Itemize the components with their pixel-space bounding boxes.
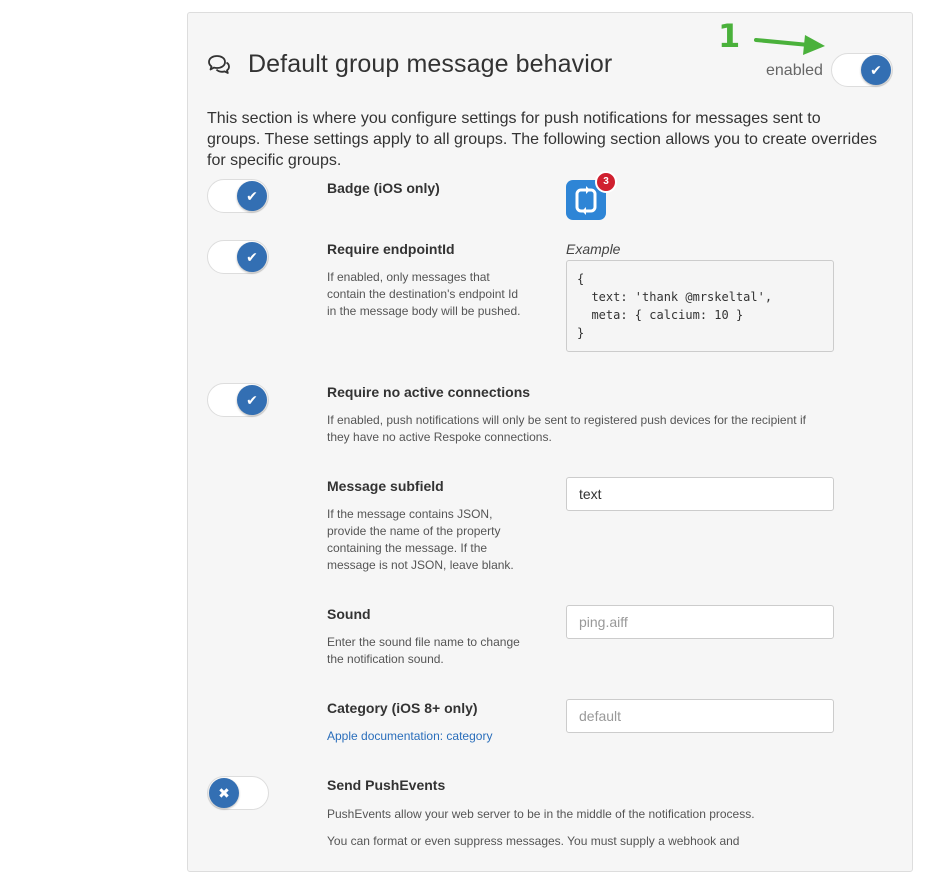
send-push-events-toggle[interactable]: ✖	[207, 776, 269, 810]
annotation-arrow-icon	[754, 35, 825, 55]
group-message-behavior-panel: Default group message behavior 1 enabled…	[187, 12, 913, 872]
section-description: This section is where you configure sett…	[207, 110, 877, 169]
annotation-number: 1	[718, 17, 741, 55]
require-endpoint-help: If enabled, only messages that contain t…	[327, 270, 521, 318]
checkmark-icon: ✔	[237, 181, 267, 211]
message-subfield-input[interactable]	[566, 477, 834, 511]
require-no-active-help: If enabled, push notifications will only…	[327, 413, 806, 444]
send-push-events-help-2: You can format or even suppress messages…	[327, 834, 740, 848]
notification-badge: 3	[595, 171, 617, 193]
close-icon: ✖	[209, 778, 239, 808]
example-label: Example	[566, 241, 621, 257]
sound-input[interactable]	[566, 605, 834, 639]
send-push-events-help-1: PushEvents allow your web server to be i…	[327, 807, 755, 821]
section-title: Default group message behavior	[248, 50, 613, 78]
apple-documentation-link[interactable]: Apple documentation: category	[327, 729, 492, 743]
badge-label: Badge (iOS only)	[327, 180, 440, 196]
category-input[interactable]	[566, 699, 834, 733]
require-no-active-label: Require no active connections	[327, 384, 531, 400]
checkmark-icon: ✔	[861, 55, 891, 85]
enabled-label: enabled	[766, 62, 823, 79]
checkmark-icon: ✔	[237, 385, 267, 415]
message-subfield-help: If the message contains JSON, provide th…	[327, 507, 514, 572]
section-enabled-toggle[interactable]: ✔	[831, 53, 893, 87]
chat-bubbles-icon	[208, 55, 230, 74]
sound-label: Sound	[327, 606, 371, 622]
require-endpoint-label: Require endpointId	[327, 241, 455, 257]
send-push-events-label: Send PushEvents	[327, 777, 446, 793]
example-code-block: { text: 'thank @mrskeltal', meta: { calc…	[566, 260, 834, 352]
require-no-active-toggle[interactable]: ✔	[207, 383, 269, 417]
message-subfield-label: Message subfield	[327, 478, 444, 494]
require-endpoint-toggle[interactable]: ✔	[207, 240, 269, 274]
badge-toggle[interactable]: ✔	[207, 179, 269, 213]
sound-help: Enter the sound file name to change the …	[327, 635, 520, 666]
category-label: Category (iOS 8+ only)	[327, 700, 478, 716]
checkmark-icon: ✔	[237, 242, 267, 272]
